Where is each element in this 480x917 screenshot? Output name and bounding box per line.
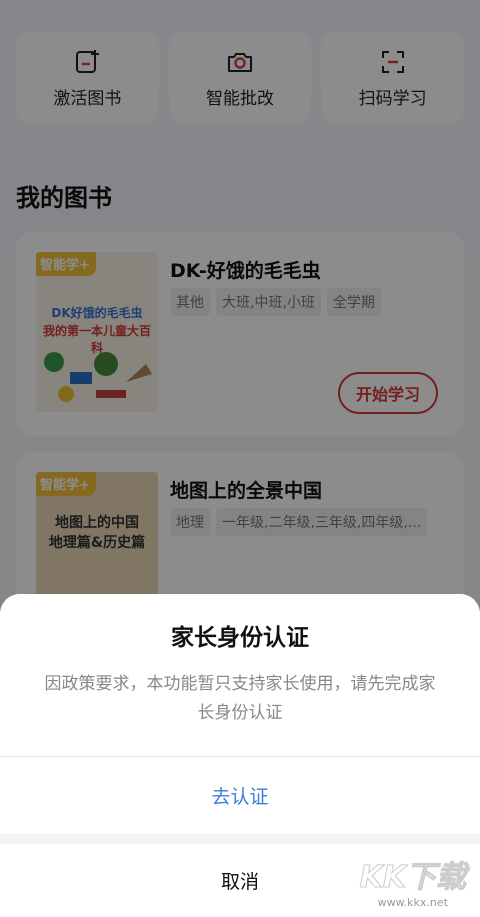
dialog-message: 因政策要求，本功能暂只支持家长使用，请先完成家长身份认证 [44, 674, 436, 723]
sheet-body: 家长身份认证 因政策要求，本功能暂只支持家长使用，请先完成家长身份认证 去认证 [0, 594, 480, 834]
go-verify-button[interactable]: 去认证 [0, 757, 480, 833]
watermark: KK下载 www.kkx.net [359, 852, 466, 910]
dialog-title: 家长身份认证 [171, 625, 309, 651]
watermark-url: www.kkx.net [377, 896, 448, 909]
watermark-logo: KK下载 [359, 860, 466, 896]
